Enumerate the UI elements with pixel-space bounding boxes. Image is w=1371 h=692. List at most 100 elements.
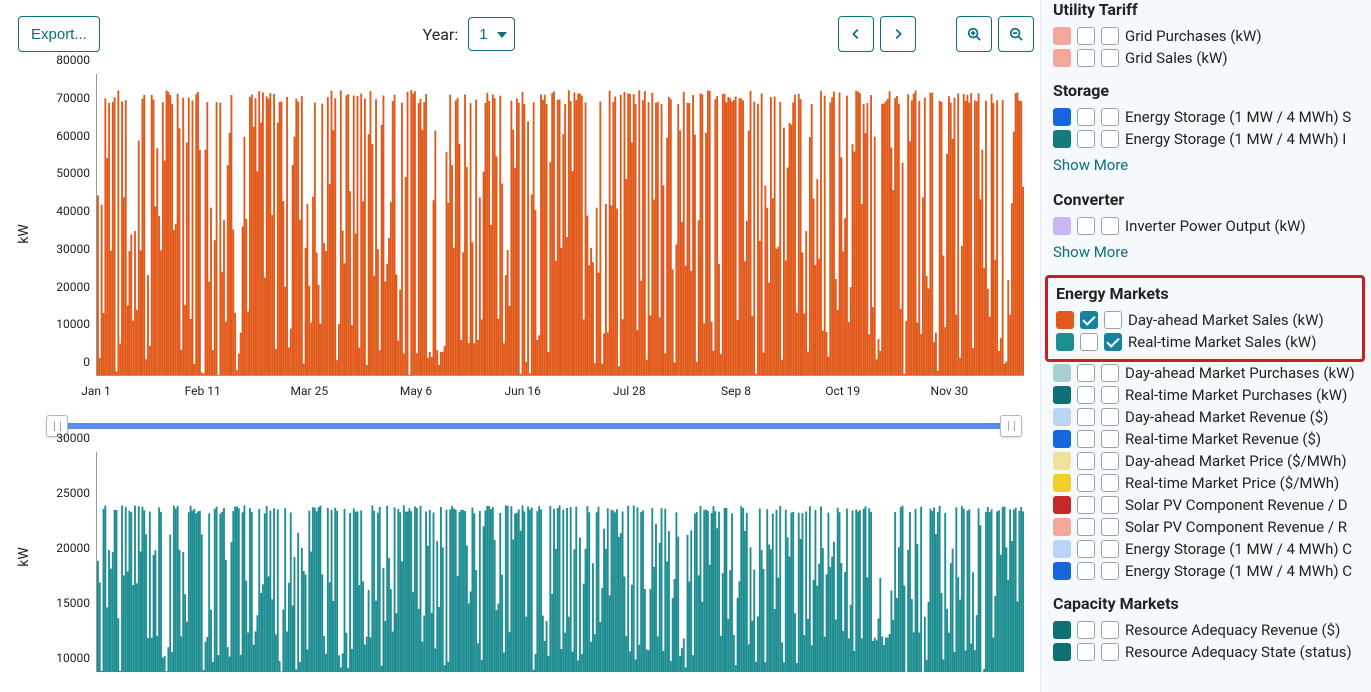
- show-more-converter[interactable]: Show More: [1053, 243, 1128, 261]
- legend-label: Real-time Market Purchases (kW): [1125, 386, 1347, 404]
- checkbox-primary[interactable]: [1077, 621, 1095, 639]
- y-axis-label-bottom: kW: [16, 547, 32, 567]
- checkbox-secondary[interactable]: [1104, 333, 1122, 351]
- energy-markets-row: Real-time Market Sales (kW): [1048, 331, 1358, 353]
- checkbox-secondary[interactable]: [1101, 496, 1119, 514]
- checkbox-secondary[interactable]: [1101, 386, 1119, 404]
- range-handle-right[interactable]: [1000, 415, 1022, 437]
- legend-label: Real-time Market Sales (kW): [1128, 333, 1316, 351]
- time-range-slider[interactable]: [48, 416, 1020, 436]
- zoom-in-icon: [967, 27, 981, 41]
- energy-markets-row: Energy Storage (1 MW / 4 MWh) C: [1053, 560, 1371, 582]
- legend-label: Resource Adequacy State (status): [1125, 643, 1352, 661]
- utility-tariff-row: Grid Sales (kW): [1053, 47, 1371, 69]
- checkbox-primary[interactable]: [1077, 408, 1095, 426]
- show-more-storage[interactable]: Show More: [1053, 156, 1128, 174]
- legend-label: Resource Adequacy Revenue ($): [1125, 621, 1340, 639]
- color-swatch: [1053, 540, 1071, 558]
- checkbox-secondary[interactable]: [1101, 474, 1119, 492]
- checkbox-primary[interactable]: [1077, 217, 1095, 235]
- x-tick: Mar 25: [291, 384, 329, 398]
- checkbox-primary[interactable]: [1077, 364, 1095, 382]
- y-axis-label-top: kW: [16, 224, 32, 244]
- group-title-utility-tariff: Utility Tariff: [1053, 0, 1371, 19]
- legend-label: Solar PV Component Revenue / D: [1125, 496, 1348, 514]
- chart-bottom: kW 1000015000200002500030000: [18, 442, 1034, 672]
- checkbox-primary[interactable]: [1080, 333, 1098, 351]
- checkbox-secondary[interactable]: [1101, 518, 1119, 536]
- x-tick: Jun 16: [504, 384, 540, 398]
- checkbox-primary[interactable]: [1077, 518, 1095, 536]
- energy-markets-row: Day-ahead Market Sales (kW): [1048, 309, 1358, 331]
- group-title-storage: Storage: [1053, 81, 1371, 100]
- energy-markets-highlight: Energy Markets Day-ahead Market Sales (k…: [1045, 275, 1365, 362]
- legend-label: Solar PV Component Revenue / R: [1125, 518, 1347, 536]
- checkbox-primary[interactable]: [1077, 130, 1095, 148]
- checkbox-primary[interactable]: [1080, 311, 1098, 329]
- checkbox-secondary[interactable]: [1101, 562, 1119, 580]
- legend-label: Grid Sales (kW): [1125, 49, 1228, 67]
- storage-row: Energy Storage (1 MW / 4 MWh) S: [1053, 106, 1371, 128]
- checkbox-secondary[interactable]: [1101, 643, 1119, 661]
- chevron-left-icon: [849, 27, 863, 41]
- checkbox-secondary[interactable]: [1101, 108, 1119, 126]
- checkbox-primary[interactable]: [1077, 474, 1095, 492]
- legend-label: Real-time Market Price ($/MWh): [1125, 474, 1339, 492]
- x-tick: Jan 1: [81, 384, 111, 398]
- color-swatch: [1053, 452, 1071, 470]
- checkbox-secondary[interactable]: [1101, 49, 1119, 67]
- checkbox-secondary[interactable]: [1101, 452, 1119, 470]
- plot-bottom[interactable]: [96, 452, 1024, 672]
- export-button[interactable]: Export...: [18, 16, 100, 52]
- color-swatch: [1053, 49, 1071, 67]
- x-tick: May 6: [400, 384, 432, 398]
- checkbox-primary[interactable]: [1077, 430, 1095, 448]
- color-swatch: [1053, 386, 1071, 404]
- legend-label: Day-ahead Market Revenue ($): [1125, 408, 1328, 426]
- range-track: [48, 423, 1020, 429]
- y-tick: 10000: [56, 651, 90, 665]
- checkbox-primary[interactable]: [1077, 540, 1095, 558]
- group-title-energy-markets: Energy Markets: [1056, 284, 1358, 303]
- checkbox-primary[interactable]: [1077, 643, 1095, 661]
- y-tick: 50000: [56, 166, 90, 180]
- legend-label: Energy Storage (1 MW / 4 MWh) S: [1125, 108, 1351, 126]
- checkbox-primary[interactable]: [1077, 562, 1095, 580]
- zoom-in-button[interactable]: [956, 16, 992, 52]
- checkbox-secondary[interactable]: [1101, 408, 1119, 426]
- zoom-out-button[interactable]: [998, 16, 1034, 52]
- y-tick: 30000: [56, 431, 90, 445]
- checkbox-secondary[interactable]: [1104, 311, 1122, 329]
- y-tick: 25000: [56, 486, 90, 500]
- capacity-markets-row: Resource Adequacy State (status): [1053, 641, 1371, 663]
- checkbox-primary[interactable]: [1077, 108, 1095, 126]
- color-swatch: [1053, 621, 1071, 639]
- prev-button[interactable]: [838, 16, 874, 52]
- plot-top[interactable]: [96, 74, 1024, 376]
- checkbox-primary[interactable]: [1077, 49, 1095, 67]
- checkbox-secondary[interactable]: [1101, 27, 1119, 45]
- checkbox-primary[interactable]: [1077, 386, 1095, 404]
- color-swatch: [1053, 496, 1071, 514]
- checkbox-secondary[interactable]: [1101, 217, 1119, 235]
- year-select[interactable]: 1: [468, 17, 515, 51]
- x-tick: Oct 19: [825, 384, 860, 398]
- next-button[interactable]: [880, 16, 916, 52]
- checkbox-primary[interactable]: [1077, 27, 1095, 45]
- x-tick: Sep 8: [721, 384, 751, 398]
- checkbox-primary[interactable]: [1077, 496, 1095, 514]
- color-swatch: [1053, 474, 1071, 492]
- checkbox-secondary[interactable]: [1101, 621, 1119, 639]
- group-title-converter: Converter: [1053, 190, 1371, 209]
- chart-toolbar: Export... Year: 1: [18, 12, 1034, 56]
- checkbox-secondary[interactable]: [1101, 430, 1119, 448]
- color-swatch: [1053, 130, 1071, 148]
- checkbox-secondary[interactable]: [1101, 130, 1119, 148]
- legend-label: Inverter Power Output (kW): [1125, 217, 1306, 235]
- checkbox-primary[interactable]: [1077, 452, 1095, 470]
- storage-row: Energy Storage (1 MW / 4 MWh) I: [1053, 128, 1371, 150]
- group-title-capacity-markets: Capacity Markets: [1053, 594, 1371, 613]
- y-tick: 40000: [56, 204, 90, 218]
- checkbox-secondary[interactable]: [1101, 364, 1119, 382]
- checkbox-secondary[interactable]: [1101, 540, 1119, 558]
